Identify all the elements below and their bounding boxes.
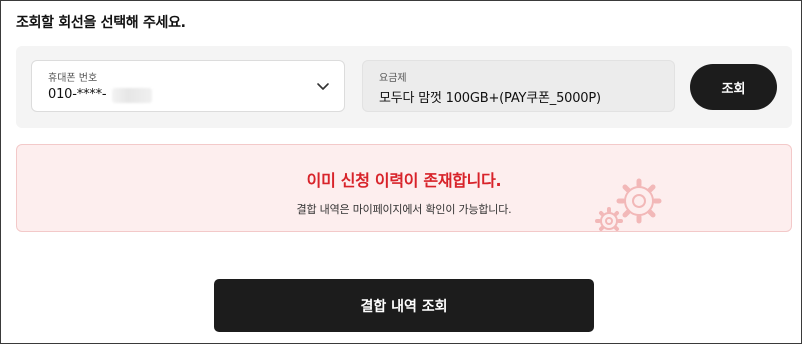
phone-number-select[interactable]: 휴대폰 번호 010-****- [31,60,345,112]
chevron-down-icon[interactable] [316,81,330,91]
plan-value: 모두다 맘껏 100GB+(PAY쿠폰_5000P) [379,91,601,106]
lookup-button[interactable]: 조회 [690,64,777,110]
page-title: 조회할 회선을 선택해 주세요. [16,15,186,31]
already-applied-notice: 이미 신청 이력이 존재합니다. 결합 내역은 마이페이지에서 확인이 가능합니… [16,144,792,232]
line-select-panel: 휴대폰 번호 010-****- 요금제 모두다 맘껏 100GB+(PAY쿠폰… [16,46,792,128]
masked-number-blur [112,88,152,103]
phone-number-label: 휴대폰 번호 [48,73,98,84]
phone-number-value: 010-****- [48,87,107,102]
plan-label: 요금제 [379,73,407,84]
combined-history-button[interactable]: 결합 내역 조회 [214,279,594,332]
gears-icon [595,178,662,231]
plan-field: 요금제 모두다 맘껏 100GB+(PAY쿠폰_5000P) [362,60,675,112]
